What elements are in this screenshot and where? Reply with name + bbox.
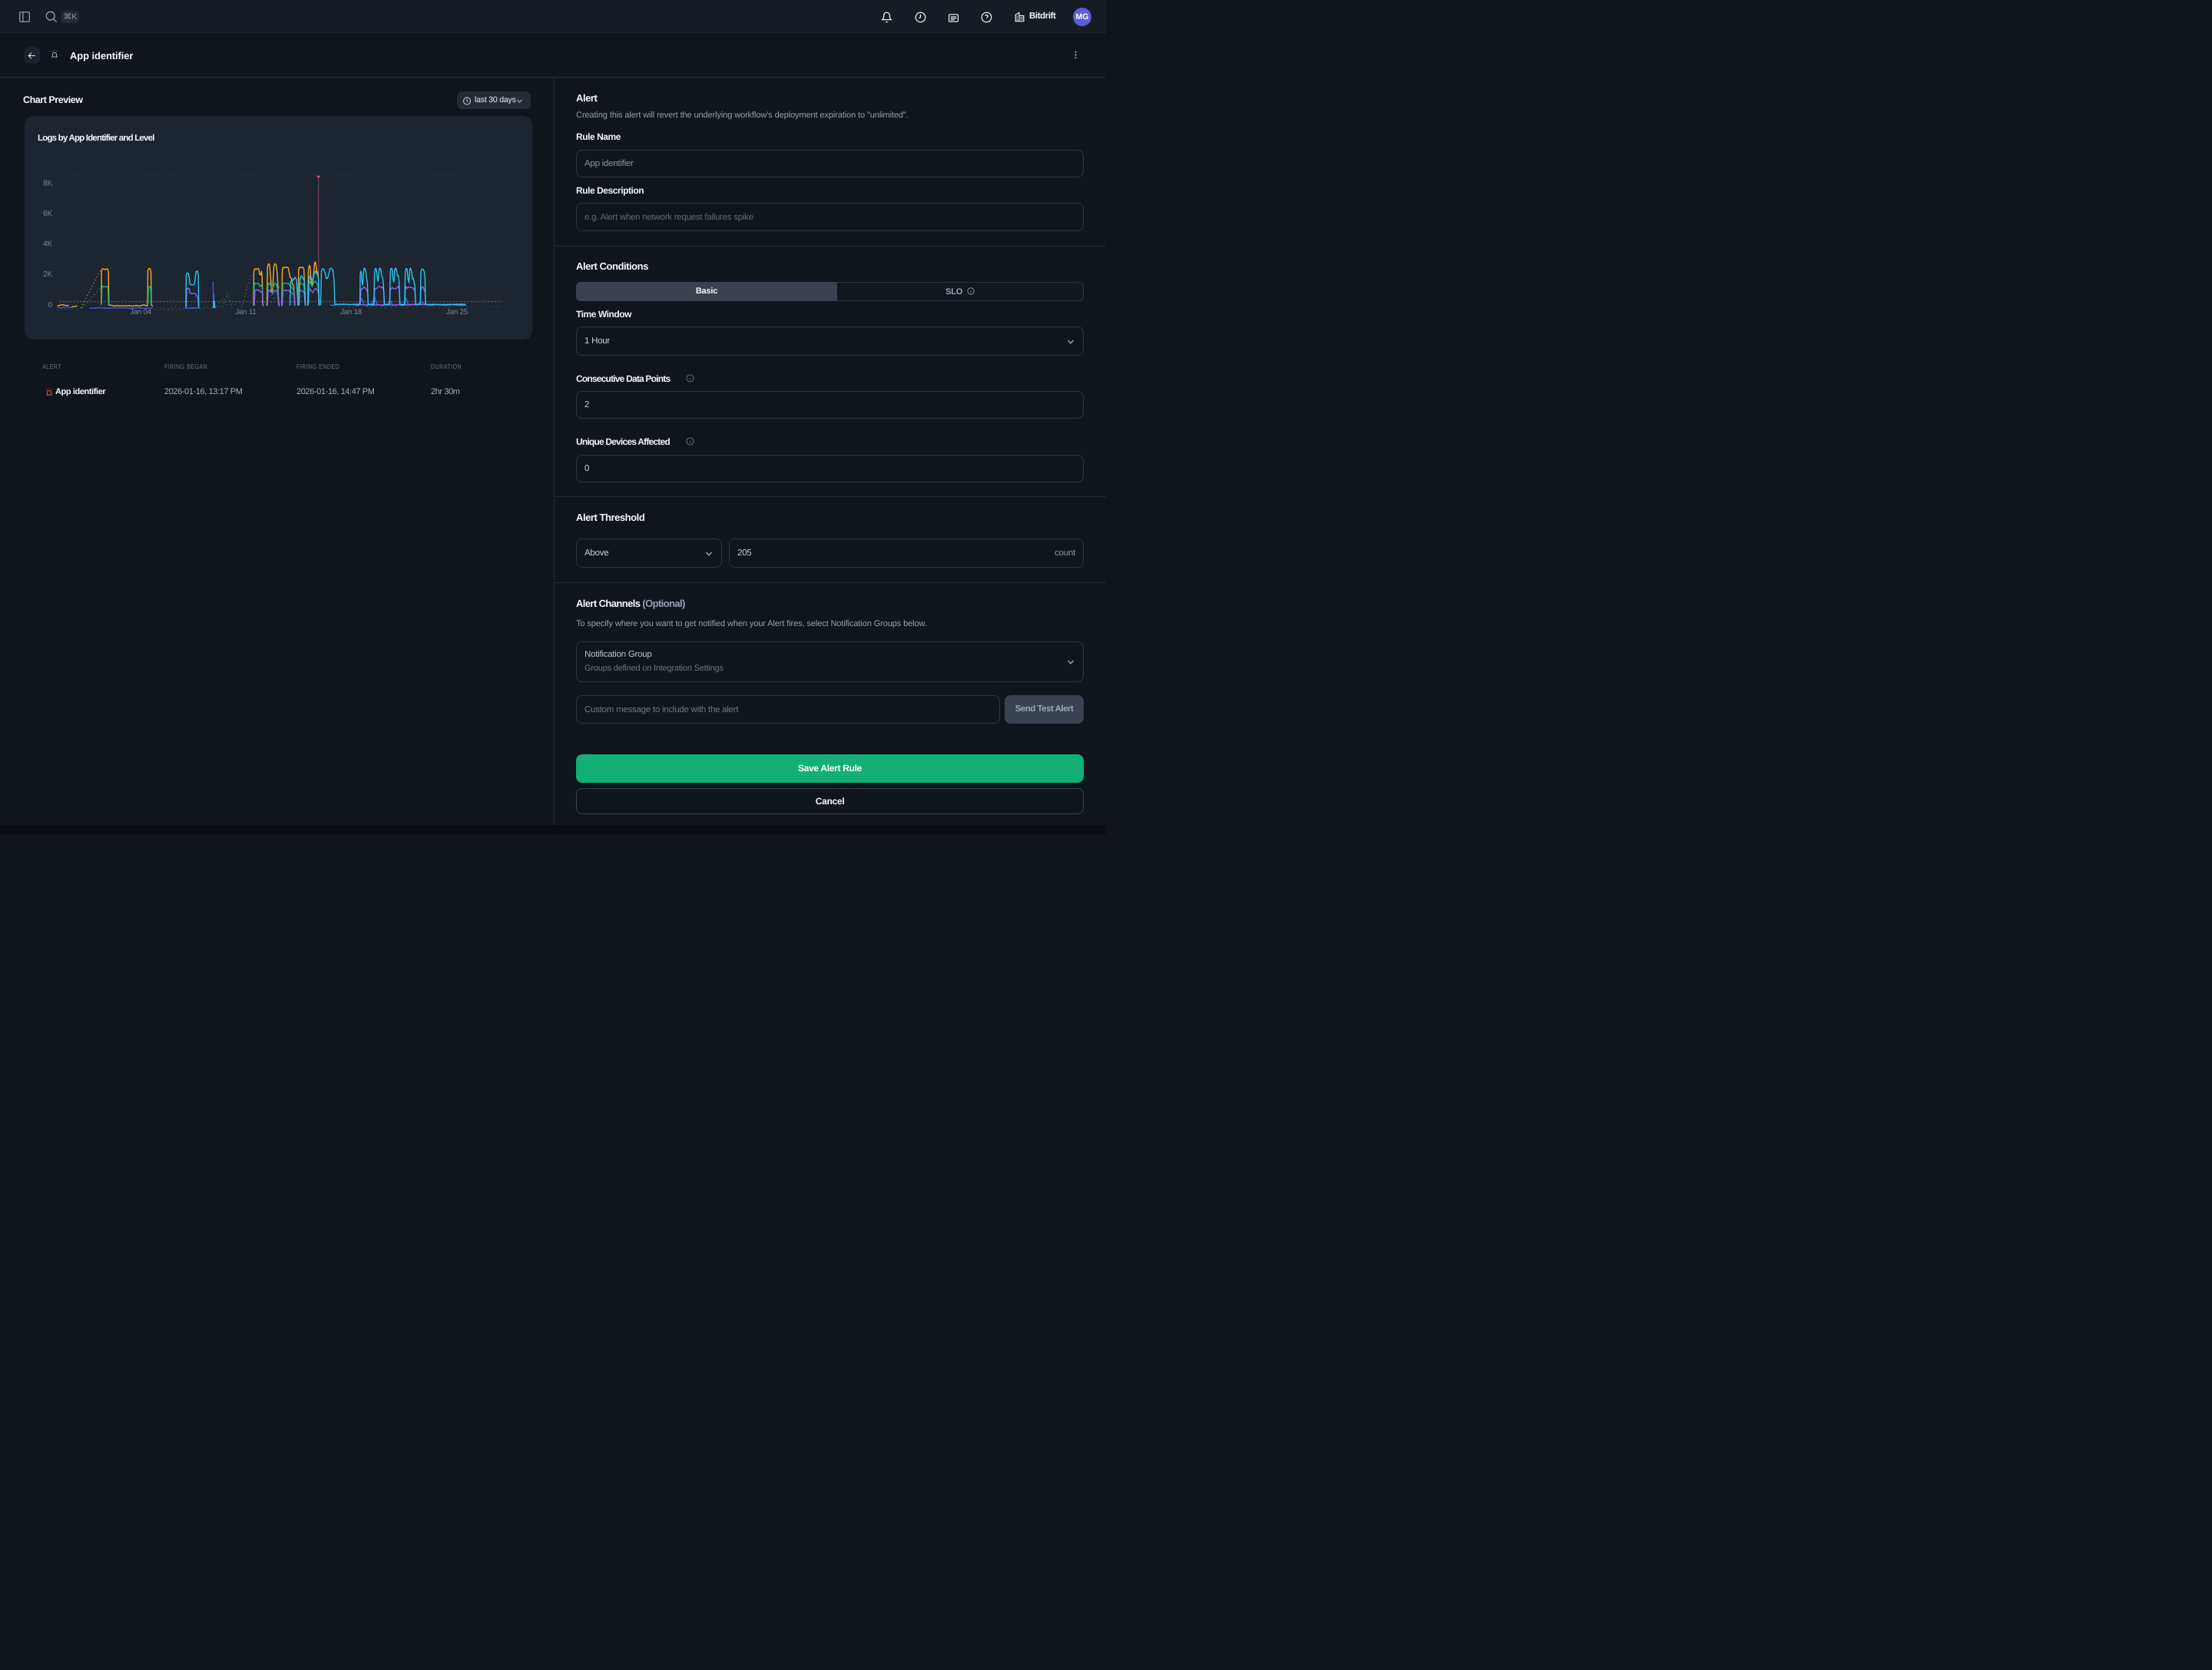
svg-text:Logs by App Identifier and Lev: Logs by App Identifier and Level	[38, 134, 154, 143]
svg-text:Jan 25: Jan 25	[446, 308, 469, 316]
svg-text:4K: 4K	[43, 240, 52, 249]
svg-text:Jan 11: Jan 11	[235, 308, 256, 316]
svg-text:6K: 6K	[43, 210, 52, 218]
svg-text:Jan 18: Jan 18	[340, 308, 363, 316]
svg-text:2K: 2K	[43, 270, 52, 279]
svg-text:Jan 04: Jan 04	[130, 308, 152, 316]
svg-text:0: 0	[48, 301, 53, 310]
svg-text:8K: 8K	[43, 179, 52, 187]
